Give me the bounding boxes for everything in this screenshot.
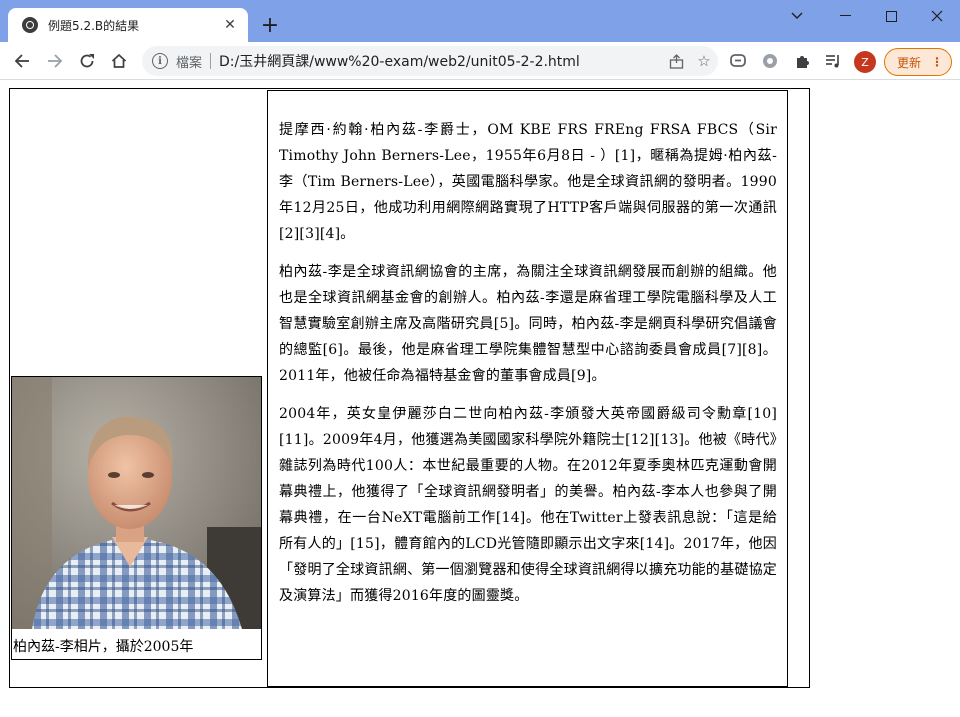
article-text-cell: 提摩西·約翰·柏內茲-李爵士，OM KBE FRS FREng FRSA FBC… <box>267 90 788 687</box>
home-button[interactable] <box>105 47 133 75</box>
share-icon[interactable] <box>662 47 690 75</box>
globe-icon <box>22 17 38 33</box>
maximize-icon <box>885 10 897 22</box>
star-icon[interactable]: ☆ <box>690 47 718 75</box>
forward-arrow-icon <box>48 54 63 68</box>
gear-extension-icon[interactable] <box>756 47 784 75</box>
address-separator <box>210 53 212 69</box>
puzzle-icon[interactable] <box>788 47 816 75</box>
tab-search-button[interactable] <box>774 0 820 32</box>
info-icon[interactable]: i <box>152 53 168 69</box>
reload-icon <box>80 54 94 68</box>
chat-extension-icon[interactable] <box>724 47 752 75</box>
article-paragraph: 提摩西·約翰·柏內茲-李爵士，OM KBE FRS FREng FRSA FBC… <box>279 122 777 242</box>
close-icon <box>931 10 943 22</box>
address-scheme: 檔案 <box>176 55 203 71</box>
photo-caption: 柏內茲-李相片，攝於2005年 <box>13 639 194 655</box>
tab-title: 例題5.2.B的結果 <box>48 18 140 33</box>
photo-figure: 柏內茲-李相片，攝於2005年 <box>11 376 262 660</box>
minimize-button[interactable] <box>822 0 868 32</box>
article-paragraph: 柏內茲-李是全球資訊網協會的主席，為關注全球資訊網發展而創辦的組織。他也是全球資… <box>279 264 777 384</box>
update-button[interactable]: 更新 ⋮ <box>884 48 952 76</box>
portrait-photo <box>12 377 261 629</box>
chevron-down-icon <box>791 12 803 19</box>
layout-table: 柏內茲-李相片，攝於2005年 提摩西·約翰·柏內茲-李爵士，OM KBE FR… <box>9 88 810 688</box>
media-playlist-icon[interactable] <box>819 47 847 75</box>
tab-close-icon[interactable]: ✕ <box>222 17 238 33</box>
address-url[interactable]: D:/玉井網頁課/www%20-exam/web2/unit05-2-2.htm… <box>219 51 662 71</box>
home-icon <box>111 53 127 68</box>
profile-avatar[interactable]: Z <box>854 51 876 73</box>
more-menu-icon[interactable]: ⋮ <box>931 55 943 69</box>
browser-tab[interactable]: 例題5.2.B的結果 ✕ <box>8 8 248 42</box>
back-arrow-icon <box>14 54 29 68</box>
left-column: 柏內茲-李相片，攝於2005年 <box>10 89 266 687</box>
maximize-button[interactable] <box>868 0 914 32</box>
minimize-icon <box>839 15 851 16</box>
back-button[interactable] <box>8 47 36 75</box>
address-bar[interactable]: i 檔案 D:/玉井網頁課/www%20-exam/web2/unit05-2-… <box>142 46 718 76</box>
forward-button[interactable] <box>41 47 69 75</box>
page-viewport: 柏內茲-李相片，攝於2005年 提摩西·約翰·柏內茲-李爵士，OM KBE FR… <box>0 81 960 717</box>
close-window-button[interactable] <box>914 0 960 32</box>
tab-strip: 例題5.2.B的結果 ✕ + <box>0 0 960 42</box>
portrait-image <box>12 377 261 629</box>
reload-button[interactable] <box>73 47 101 75</box>
browser-toolbar: i 檔案 D:/玉井網頁課/www%20-exam/web2/unit05-2-… <box>0 42 960 80</box>
update-label: 更新 <box>897 55 922 70</box>
new-tab-button[interactable]: + <box>256 12 284 40</box>
article-paragraph: 2004年，英女皇伊麗莎白二世向柏內茲-李頒發大英帝國爵級司令勳章[10][11… <box>279 406 777 604</box>
